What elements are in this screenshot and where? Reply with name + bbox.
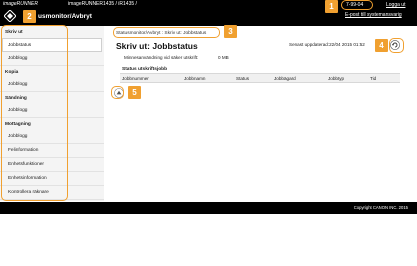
footer-bar: Copyright CANON INC. 2015	[0, 202, 417, 214]
main-content: Statusmonitor/Avbryt : Skriv ut: Jobbsta…	[112, 26, 412, 201]
column-header-job-number: Jobbnummer	[120, 73, 182, 83]
column-header-job-type: Jobbtyp	[326, 73, 368, 83]
model-name: imageRUNNER1435 / iR1435 /	[68, 1, 137, 7]
callout-badge-4: 4	[375, 39, 388, 52]
memory-usage-label: Minnesanvändning vid säker utskrift:	[124, 55, 199, 60]
last-updated-label: Senast uppdaterad:22/04 2015 01:52	[289, 42, 365, 47]
callout-badge-3: 3	[224, 25, 237, 38]
mail-admin-link[interactable]: E-post till systemansvarig	[345, 12, 402, 18]
memory-usage-value: 0 MB	[218, 55, 229, 60]
callout-badge-1: 1	[325, 0, 338, 13]
callout-ring-refresh	[389, 38, 404, 53]
print-job-status-heading: Status utskriftsjobb	[122, 67, 168, 72]
table-header-row: Jobbnummer Jobbnamn Status Jobbägard Job…	[120, 73, 400, 83]
callout-badge-2: 2	[23, 10, 36, 23]
logout-link[interactable]: Logga ut	[386, 2, 405, 8]
column-header-job-owner: Jobbägard	[272, 73, 326, 83]
app-title-row: usmonitor/Avbryt	[4, 10, 92, 22]
brand-name: imageRUNNER	[3, 1, 39, 7]
app-title: usmonitor/Avbryt	[38, 12, 92, 20]
column-header-time: Tid	[368, 73, 400, 83]
job-status-table: Jobbnummer Jobbnamn Status Jobbägard Job…	[120, 73, 400, 83]
callout-ring-sidebar	[1, 25, 68, 201]
callout-badge-5: 5	[128, 86, 141, 99]
page-title: Skriv ut: Jobbstatus	[116, 41, 198, 51]
callout-ring-breadcrumb	[113, 27, 220, 38]
column-header-job-name: Jobbnamn	[182, 73, 234, 83]
copyright-text: Copyright CANON INC. 2015	[353, 205, 408, 210]
callout-ring-page-top	[111, 86, 124, 99]
remote-ui-logo-icon	[4, 10, 16, 22]
callout-ring-user	[341, 0, 373, 10]
column-header-status: Status	[234, 73, 272, 83]
